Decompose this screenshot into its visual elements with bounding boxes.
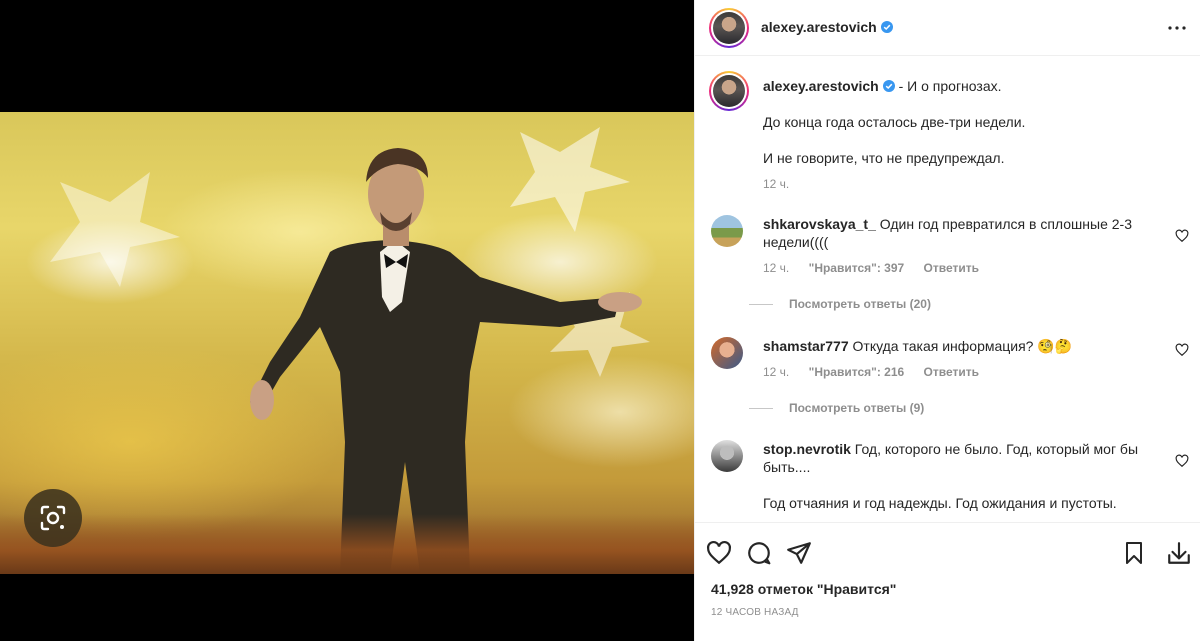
comment-timestamp: 12 ч. [763, 261, 790, 275]
caption-timestamp: 12 ч. [763, 177, 790, 191]
post-header: alexey.arestovich [695, 0, 1200, 56]
verified-badge-icon [882, 80, 895, 92]
comment-button[interactable] [745, 539, 773, 567]
reply-button[interactable]: Ответить [924, 365, 979, 379]
view-replies-button[interactable]: Посмотреть ответы (20) [749, 297, 931, 311]
commenter-username[interactable]: shamstar777 [763, 338, 849, 354]
more-horizontal-icon [1168, 26, 1186, 30]
comments-list[interactable]: alexey.arestovich - И о прогнозах. До ко… [695, 57, 1200, 522]
instagram-post-view: alexey.arestovich alexey.arestovich - И … [0, 0, 1200, 641]
comment-likes[interactable]: "Нравится": 397 [809, 261, 905, 275]
heart-icon[interactable] [1175, 454, 1189, 468]
figure-silhouette [50, 127, 650, 574]
heart-icon[interactable] [1175, 343, 1189, 357]
author-avatar[interactable] [709, 7, 749, 48]
heart-icon [707, 540, 731, 565]
verified-badge-icon [880, 20, 893, 33]
caption-author[interactable]: alexey.arestovich [763, 78, 879, 94]
download-button[interactable] [1165, 539, 1193, 567]
lens-search-icon [40, 505, 66, 531]
likes-count[interactable]: 41,928 отметок "Нравится" [711, 581, 896, 597]
save-button[interactable] [1120, 539, 1148, 567]
like-button[interactable] [705, 539, 733, 567]
caption-text-2: До конца года осталось две-три недели. [763, 114, 1026, 130]
crowd-foreground [0, 514, 694, 574]
download-icon [1168, 542, 1190, 564]
commenter-username[interactable]: stop.nevrotik [763, 441, 851, 457]
more-options-button[interactable] [1165, 16, 1189, 40]
caption-text-1: И о прогнозах. [907, 78, 1002, 94]
post-media-panel [0, 0, 694, 641]
comment-text-continued: Год отчаяния и год надежды. Год ожидания… [763, 495, 1117, 511]
commenter-avatar[interactable] [711, 440, 743, 472]
reply-button[interactable]: Ответить [924, 261, 979, 275]
commenter-avatar[interactable] [711, 337, 743, 369]
comment-timestamp: 12 ч. [763, 365, 790, 379]
share-icon [787, 542, 811, 564]
post-photo [0, 112, 694, 574]
view-replies-button[interactable]: Посмотреть ответы (9) [749, 401, 924, 415]
caption-author-avatar[interactable] [709, 71, 749, 111]
heart-icon[interactable] [1175, 229, 1189, 243]
author-username[interactable]: alexey.arestovich [761, 19, 877, 35]
lens-search-button[interactable] [24, 489, 82, 547]
caption-first-line: alexey.arestovich - И о прогнозах. [763, 78, 1002, 94]
commenter-avatar[interactable] [711, 215, 743, 247]
comment-icon [748, 542, 771, 565]
comment-likes[interactable]: "Нравится": 216 [809, 365, 905, 379]
share-button[interactable] [785, 539, 813, 567]
post-side-panel: alexey.arestovich alexey.arestovich - И … [694, 0, 1200, 641]
bookmark-icon [1126, 542, 1142, 564]
caption-text-3: И не говорите, что не предупреждал. [763, 150, 1005, 166]
post-timestamp: 12 часов назад [711, 607, 799, 618]
post-actions: 41,928 отметок "Нравится" 12 часов назад [695, 522, 1200, 641]
comment-text: Откуда такая информация? 🧐🤔 [852, 338, 1073, 354]
commenter-username[interactable]: shkarovskaya_t_ [763, 216, 876, 232]
